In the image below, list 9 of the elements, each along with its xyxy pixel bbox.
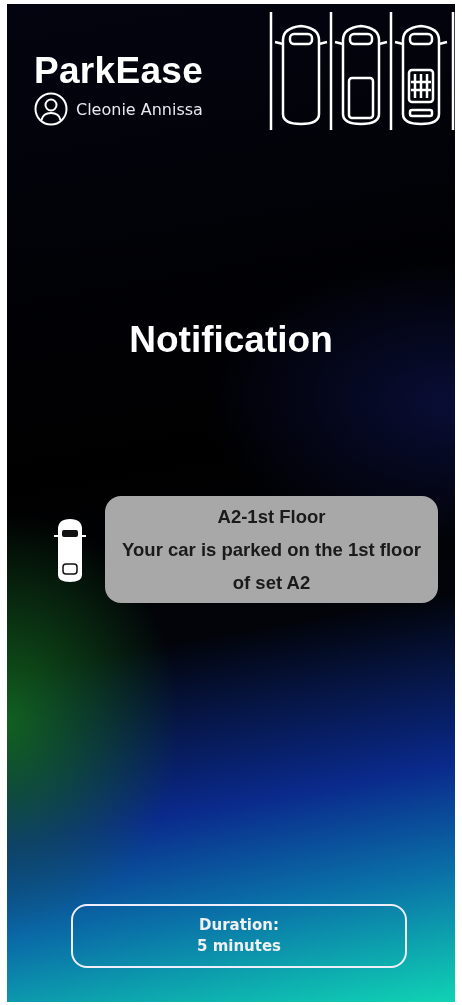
page-heading: Notification (128, 318, 334, 362)
user-name: Cleonie Annissa (76, 99, 203, 119)
car-icon (53, 516, 87, 583)
app-title: ParkEase (34, 50, 204, 92)
duration-label: Duration: (199, 915, 279, 936)
notification-title: A2-1st Floor (217, 505, 326, 529)
user-icon (34, 92, 68, 126)
duration-value: 5 minutes (196, 936, 282, 957)
notification-message: Your car is parked on the 1st floor of set A2 (121, 538, 422, 595)
